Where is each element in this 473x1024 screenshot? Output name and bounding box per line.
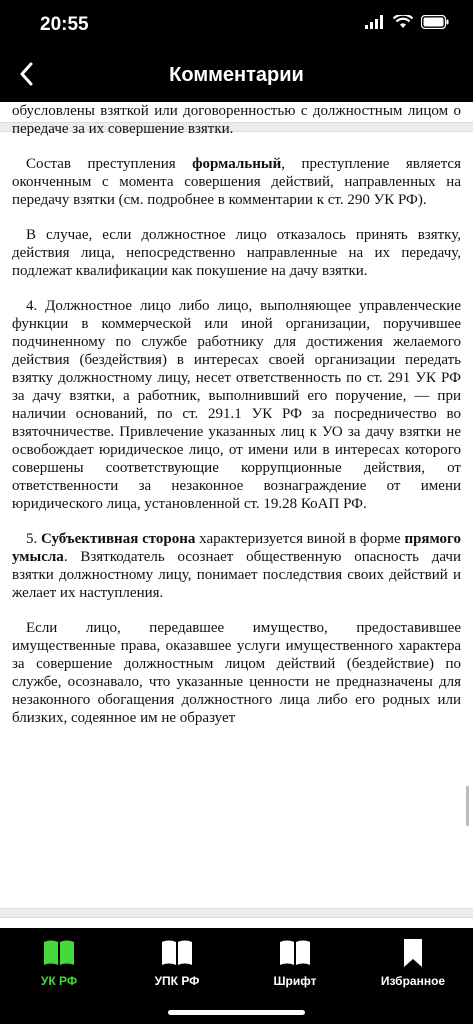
comment-text: обусловлены взяткой или договоренностью …: [12, 102, 461, 744]
signal-icon: [365, 15, 385, 34]
battery-icon: [420, 14, 449, 34]
paragraph: обусловлены взяткой или договоренностью …: [12, 103, 461, 137]
tab-label: Избранное: [380, 974, 446, 988]
paragraph: Состав преступления формальный, преступл…: [12, 156, 461, 208]
paragraph: В случае, если должностное лицо отказало…: [12, 227, 461, 279]
wifi-icon: [392, 13, 414, 34]
nav-bar: Комментарии: [0, 50, 473, 102]
status-time: 20:55: [40, 14, 89, 35]
book-open-icon: [161, 938, 193, 968]
home-indicator[interactable]: [168, 1010, 305, 1015]
status-bar: 20:55: [0, 0, 473, 50]
tab-upk-rf[interactable]: УПК РФ: [118, 928, 236, 998]
tab-label: Шрифт: [273, 974, 317, 988]
page-title: Комментарии: [169, 64, 304, 86]
bottom-divider: [0, 908, 473, 918]
scroll-indicator[interactable]: [466, 786, 469, 826]
paragraph: 4. Должностное лицо либо лицо, выполняющ…: [12, 298, 461, 512]
bookmark-icon: [403, 938, 423, 968]
book-open-icon: [43, 938, 75, 968]
tab-label: УК РФ: [40, 974, 78, 988]
system-icons: [365, 13, 449, 34]
tab-font[interactable]: Шрифт: [236, 928, 354, 998]
tab-favorites[interactable]: Избранное: [354, 928, 472, 998]
tab-label: УПК РФ: [154, 974, 200, 988]
book-open-icon: [279, 938, 311, 968]
tab-uk-rf[interactable]: УК РФ: [0, 928, 118, 998]
paragraph: 5. Субъективная сторона характеризуется …: [12, 531, 461, 601]
paragraph: Если лицо, передавшее имущество, предост…: [12, 620, 461, 726]
